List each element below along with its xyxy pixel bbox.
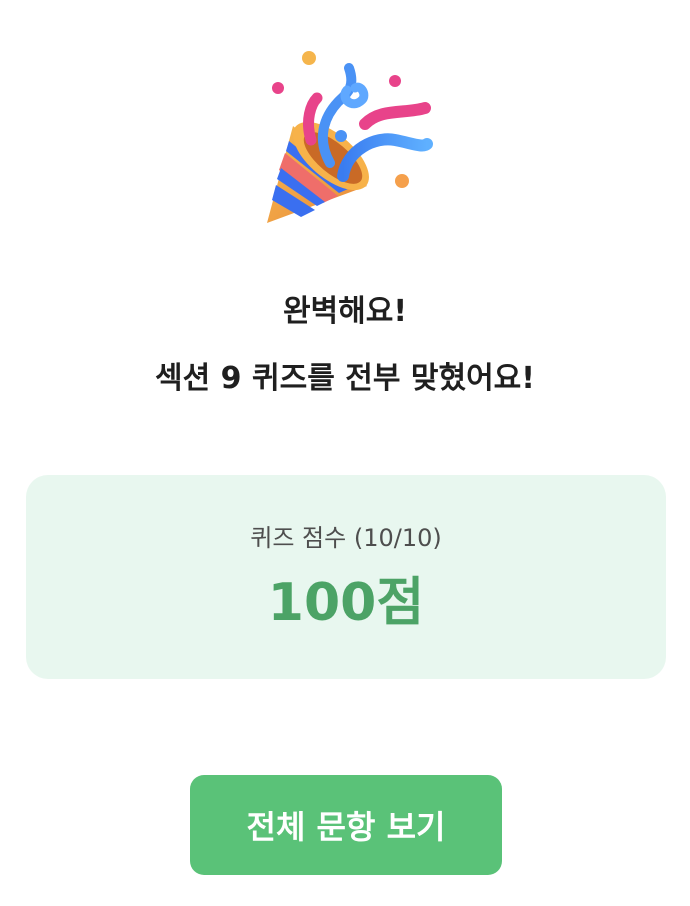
score-label: 퀴즈 점수 (10/10) — [250, 524, 442, 552]
party-popper-icon — [245, 40, 445, 240]
view-all-questions-button[interactable]: 전체 문항 보기 — [190, 775, 502, 875]
score-value: 100점 — [267, 573, 425, 633]
quiz-result-screen: 완벽해요! 섹션 9 퀴즈를 전부 맞혔어요! 퀴즈 점수 (10/10) 10… — [0, 0, 690, 906]
result-subheadline: 섹션 9 퀴즈를 전부 맞혔어요! — [155, 361, 535, 396]
score-card: 퀴즈 점수 (10/10) 100점 — [26, 475, 666, 679]
result-headline: 완벽해요! — [282, 294, 408, 329]
